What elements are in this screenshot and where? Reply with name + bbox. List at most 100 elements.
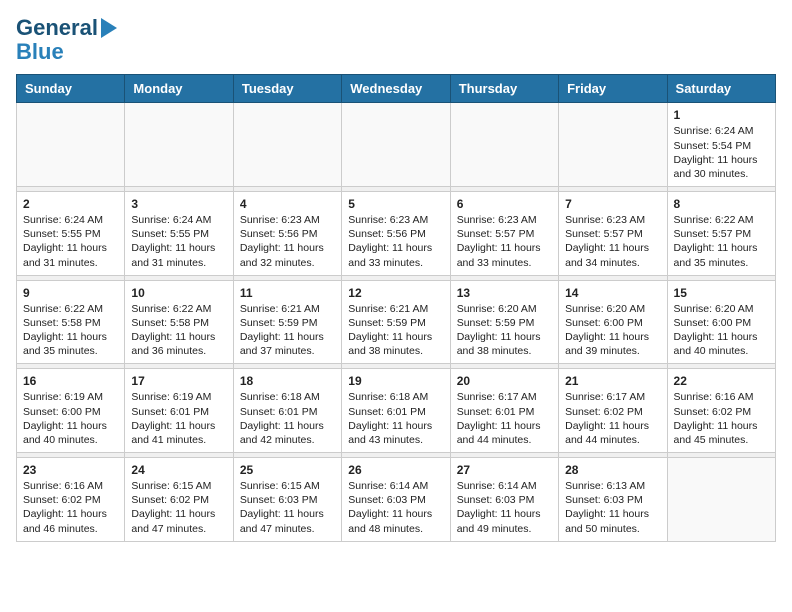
cell-text: Sunrise: 6:18 AM Sunset: 6:01 PM Dayligh… [348,390,443,447]
logo-text-blue: Blue [16,40,64,64]
day-cell: 3Sunrise: 6:24 AM Sunset: 5:55 PM Daylig… [125,192,233,276]
day-cell: 15 Sunrise: 6:20 AM Sunset: 6:00 PM Dayli… [667,280,775,364]
day-number: 19 [348,374,443,388]
cell-text: Sunrise: 6:23 AM Sunset: 5:57 PM Dayligh… [457,213,552,270]
day-cell: 19 Sunrise: 6:18 AM Sunset: 6:01 PM Dayli… [342,369,450,453]
day-cell [450,103,558,187]
cell-text: Sunrise: 6:19 AM Sunset: 6:00 PM Dayligh… [23,390,118,447]
day-cell: 13Sunrise: 6:20 AM Sunset: 5:59 PM Dayli… [450,280,558,364]
header-cell-tuesday: Tuesday [233,75,341,103]
day-cell: 17 Sunrise: 6:19 AM Sunset: 6:01 PM Dayli… [125,369,233,453]
day-number: 1 [674,108,769,122]
day-cell: 2 Sunrise: 6:24 AM Sunset: 5:55 PM Daylig… [17,192,125,276]
cell-text: Sunrise: 6:22 AM Sunset: 5:58 PM Dayligh… [23,302,118,359]
cell-text: Sunrise: 6:17 AM Sunset: 6:01 PM Dayligh… [457,390,552,447]
cell-text: Sunrise: 6:20 AM Sunset: 6:00 PM Dayligh… [674,302,769,359]
day-cell: 10 Sunrise: 6:22 AM Sunset: 5:58 PM Dayli… [125,280,233,364]
day-number: 7 [565,197,660,211]
day-cell: 12 Sunrise: 6:21 AM Sunset: 5:59 PM Dayli… [342,280,450,364]
day-cell: 1 Sunrise: 6:24 AM Sunset: 5:54 PM Daylig… [667,103,775,187]
cell-text: Sunrise: 6:20 AM Sunset: 5:59 PM Dayligh… [457,302,552,359]
day-cell [233,103,341,187]
header-cell-friday: Friday [559,75,667,103]
day-number: 15 [674,286,769,300]
day-cell: 6 Sunrise: 6:23 AM Sunset: 5:57 PM Daylig… [450,192,558,276]
day-cell: 16 Sunrise: 6:19 AM Sunset: 6:00 PM Dayli… [17,369,125,453]
day-cell [125,103,233,187]
week-row-2: 2 Sunrise: 6:24 AM Sunset: 5:55 PM Daylig… [17,192,776,276]
day-number: 11 [240,286,335,300]
cell-text: Sunrise: 6:15 AM Sunset: 6:03 PM Dayligh… [240,479,335,536]
header: General Blue [16,16,776,64]
cell-text: Sunrise: 6:22 AM Sunset: 5:57 PM Dayligh… [674,213,769,270]
cell-text: Sunrise: 6:17 AM Sunset: 6:02 PM Dayligh… [565,390,660,447]
day-number: 3 [131,197,226,211]
day-number: 17 [131,374,226,388]
week-row-3: 9 Sunrise: 6:22 AM Sunset: 5:58 PM Daylig… [17,280,776,364]
day-cell: 24 Sunrise: 6:15 AM Sunset: 6:02 PM Dayli… [125,458,233,542]
cell-text: Sunrise: 6:14 AM Sunset: 6:03 PM Dayligh… [457,479,552,536]
day-cell: 20 Sunrise: 6:17 AM Sunset: 6:01 PM Dayli… [450,369,558,453]
cell-text: Sunrise: 6:18 AM Sunset: 6:01 PM Dayligh… [240,390,335,447]
day-number: 5 [348,197,443,211]
day-cell [559,103,667,187]
day-cell: 14Sunrise: 6:20 AM Sunset: 6:00 PM Dayli… [559,280,667,364]
logo: General Blue [16,16,117,64]
day-number: 10 [131,286,226,300]
day-number: 6 [457,197,552,211]
day-number: 24 [131,463,226,477]
cell-text: Sunrise: 6:21 AM Sunset: 5:59 PM Dayligh… [348,302,443,359]
day-cell: 7 Sunrise: 6:23 AM Sunset: 5:57 PM Daylig… [559,192,667,276]
day-number: 28 [565,463,660,477]
week-row-1: 1 Sunrise: 6:24 AM Sunset: 5:54 PM Daylig… [17,103,776,187]
header-row: SundayMondayTuesdayWednesdayThursdayFrid… [17,75,776,103]
header-cell-sunday: Sunday [17,75,125,103]
day-cell: 18 Sunrise: 6:18 AM Sunset: 6:01 PM Dayli… [233,369,341,453]
calendar-table: SundayMondayTuesdayWednesdayThursdayFrid… [16,74,776,541]
cell-text: Sunrise: 6:24 AM Sunset: 5:54 PM Dayligh… [674,124,769,181]
cell-text: Sunrise: 6:15 AM Sunset: 6:02 PM Dayligh… [131,479,226,536]
day-number: 18 [240,374,335,388]
day-number: 23 [23,463,118,477]
day-cell: 5 Sunrise: 6:23 AM Sunset: 5:56 PM Daylig… [342,192,450,276]
day-cell: 26Sunrise: 6:14 AM Sunset: 6:03 PM Dayli… [342,458,450,542]
day-cell: 11 Sunrise: 6:21 AM Sunset: 5:59 PM Dayli… [233,280,341,364]
day-number: 8 [674,197,769,211]
header-cell-thursday: Thursday [450,75,558,103]
day-number: 16 [23,374,118,388]
day-cell: 28 Sunrise: 6:13 AM Sunset: 6:03 PM Dayli… [559,458,667,542]
header-cell-monday: Monday [125,75,233,103]
week-row-5: 23 Sunrise: 6:16 AM Sunset: 6:02 PM Dayli… [17,458,776,542]
cell-text: Sunrise: 6:16 AM Sunset: 6:02 PM Dayligh… [23,479,118,536]
cell-text: Sunrise: 6:20 AM Sunset: 6:00 PM Dayligh… [565,302,660,359]
day-number: 12 [348,286,443,300]
day-cell [667,458,775,542]
day-number: 21 [565,374,660,388]
cell-text: Sunrise: 6:21 AM Sunset: 5:59 PM Dayligh… [240,302,335,359]
day-cell [17,103,125,187]
day-number: 20 [457,374,552,388]
cell-text: Sunrise: 6:16 AM Sunset: 6:02 PM Dayligh… [674,390,769,447]
day-cell: 8 Sunrise: 6:22 AM Sunset: 5:57 PM Daylig… [667,192,775,276]
day-cell: 9 Sunrise: 6:22 AM Sunset: 5:58 PM Daylig… [17,280,125,364]
day-cell [342,103,450,187]
day-cell: 21 Sunrise: 6:17 AM Sunset: 6:02 PM Dayli… [559,369,667,453]
day-number: 22 [674,374,769,388]
cell-text: Sunrise: 6:23 AM Sunset: 5:57 PM Dayligh… [565,213,660,270]
cell-text: Sunrise: 6:23 AM Sunset: 5:56 PM Dayligh… [240,213,335,270]
logo-arrow-icon [101,18,117,38]
cell-text: Sunrise: 6:19 AM Sunset: 6:01 PM Dayligh… [131,390,226,447]
week-row-4: 16 Sunrise: 6:19 AM Sunset: 6:00 PM Dayli… [17,369,776,453]
cell-text: Sunrise: 6:13 AM Sunset: 6:03 PM Dayligh… [565,479,660,536]
day-cell: 25Sunrise: 6:15 AM Sunset: 6:03 PM Dayli… [233,458,341,542]
cell-text: Sunrise: 6:23 AM Sunset: 5:56 PM Dayligh… [348,213,443,270]
day-number: 2 [23,197,118,211]
day-number: 27 [457,463,552,477]
day-cell: 23 Sunrise: 6:16 AM Sunset: 6:02 PM Dayli… [17,458,125,542]
day-cell: 22 Sunrise: 6:16 AM Sunset: 6:02 PM Dayli… [667,369,775,453]
day-cell: 4Sunrise: 6:23 AM Sunset: 5:56 PM Daylig… [233,192,341,276]
cell-text: Sunrise: 6:22 AM Sunset: 5:58 PM Dayligh… [131,302,226,359]
header-cell-wednesday: Wednesday [342,75,450,103]
day-number: 9 [23,286,118,300]
cell-text: Sunrise: 6:24 AM Sunset: 5:55 PM Dayligh… [23,213,118,270]
